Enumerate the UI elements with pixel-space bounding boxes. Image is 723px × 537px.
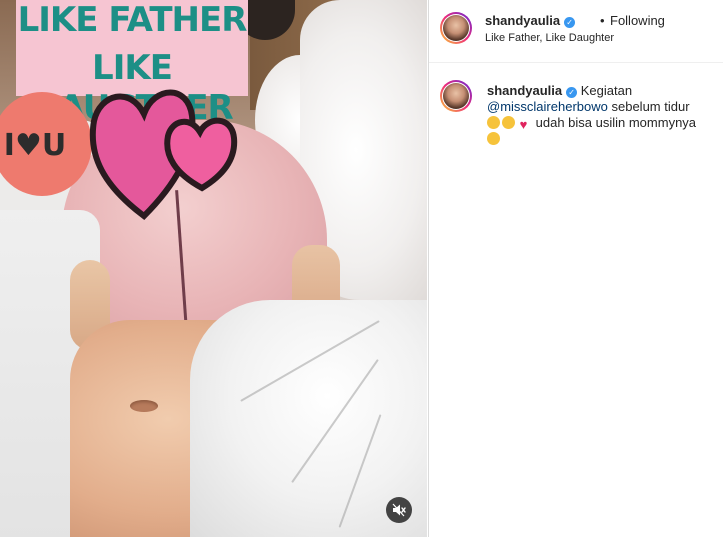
header-username[interactable]: shandyaulia ✓ bbox=[485, 13, 576, 28]
mute-toggle-button[interactable] bbox=[386, 497, 412, 523]
verified-badge-icon: ✓ bbox=[564, 17, 576, 28]
avatar-photo bbox=[443, 83, 469, 109]
hearts-sticker bbox=[89, 89, 238, 220]
sticker-badge-text: I♥U bbox=[3, 128, 67, 163]
caption-text: sebelum tidur bbox=[611, 99, 690, 114]
smiling-face-icon bbox=[487, 132, 500, 145]
caption-username[interactable]: shandyaulia bbox=[487, 83, 562, 98]
header-separator: • bbox=[600, 13, 605, 28]
avatar-ring bbox=[442, 82, 470, 110]
smiling-face-icon bbox=[487, 116, 500, 129]
sticker-line-1: LIKE FATHER bbox=[17, 0, 248, 40]
following-button[interactable]: Following bbox=[610, 13, 665, 28]
avatar-photo bbox=[443, 15, 469, 41]
red-heart-icon: ♥ bbox=[519, 117, 528, 132]
caption-avatar[interactable] bbox=[440, 80, 472, 112]
post-caption: shandyaulia ✓ Kegiatan @missclaireherbowo… bbox=[487, 83, 717, 147]
squinting-face-icon bbox=[502, 116, 515, 129]
caption-text: Kegiatan bbox=[580, 83, 633, 98]
header-username-text[interactable]: shandyaulia bbox=[485, 13, 560, 28]
avatar[interactable] bbox=[440, 12, 472, 44]
post-header: shandyaulia ✓ • Following Like Father, Li… bbox=[429, 0, 723, 63]
navel bbox=[130, 400, 158, 412]
avatar-ring bbox=[442, 14, 470, 42]
post-sidebar: shandyaulia ✓ • Following Like Father, Li… bbox=[428, 0, 723, 537]
post-location[interactable]: Like Father, Like Daughter bbox=[485, 32, 614, 44]
post-media[interactable]: LIKE FATHER LIKE DAUGTHER I♥U bbox=[0, 0, 427, 537]
verified-badge-icon: ✓ bbox=[566, 87, 578, 98]
speaker-muted-icon bbox=[392, 503, 406, 517]
caption-text: udah bisa usilin mommynya bbox=[535, 115, 697, 130]
caption-mention[interactable]: @missclaireherbowo bbox=[487, 99, 608, 114]
